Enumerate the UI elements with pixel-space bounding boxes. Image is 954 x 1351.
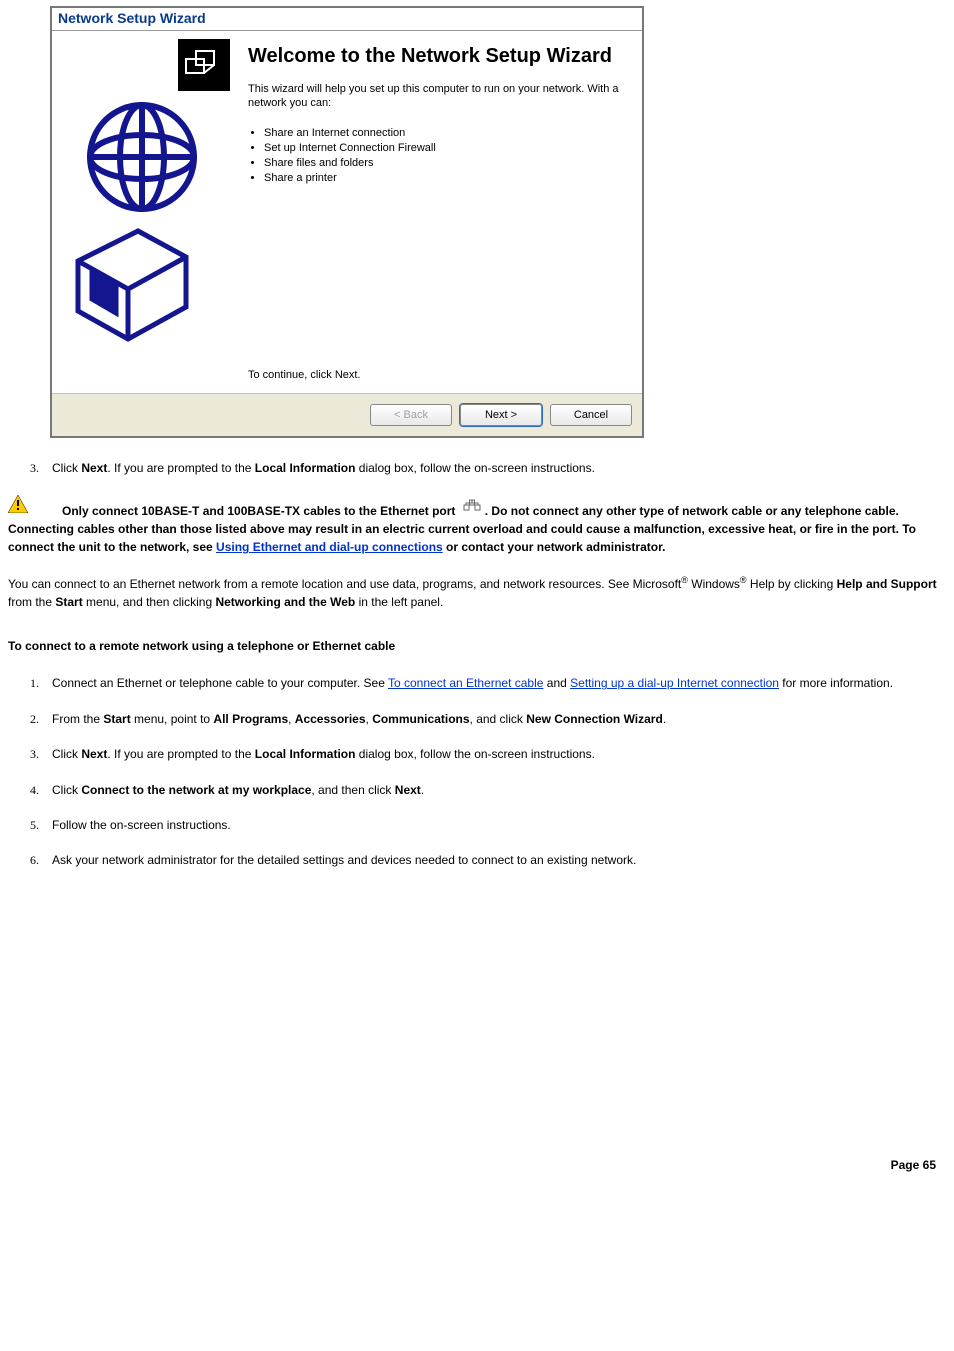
cancel-button[interactable]: Cancel [550, 404, 632, 426]
wizard-bullet: Share files and folders [264, 156, 626, 170]
step-text: Click Connect to the network at my workp… [52, 782, 948, 799]
wizard-bullets: Share an Internet connection Set up Inte… [248, 125, 626, 187]
connect-ethernet-link[interactable]: To connect an Ethernet cable [388, 676, 543, 690]
wizard-button-row: < Back Next > Cancel [52, 393, 642, 436]
wizard-dialog: Network Setup Wizard Welcome to the Netw… [50, 6, 644, 438]
wizard-titlebar: Network Setup Wizard [52, 8, 642, 31]
step-text: Follow the on-screen instructions. [52, 817, 948, 834]
step-number: 2. [30, 711, 52, 728]
warning-icon [8, 495, 28, 518]
printer-icon [58, 221, 198, 351]
step-number: 1. [30, 675, 52, 692]
step-3: 3. Click Next. If you are prompted to th… [30, 460, 948, 477]
list-item: 3. Click Next. If you are prompted to th… [30, 746, 948, 763]
step-text: From the Start menu, point to All Progra… [52, 711, 948, 728]
wizard-bullet: Share a printer [264, 171, 626, 185]
wizard-bullet: Set up Internet Connection Firewall [264, 141, 626, 155]
ethernet-port-icon [461, 499, 483, 518]
step-number: 3. [30, 746, 52, 763]
step-number: 6. [30, 852, 52, 869]
list-item: 4. Click Connect to the network at my wo… [30, 782, 948, 799]
network-computers-icon [178, 39, 230, 91]
wizard-continue: To continue, click Next. [248, 369, 626, 385]
procedure-heading: To connect to a remote network using a t… [8, 639, 946, 653]
list-item: 1. Connect an Ethernet or telephone cabl… [30, 675, 948, 692]
step-number: 4. [30, 782, 52, 799]
step-text: Ask your network administrator for the d… [52, 852, 948, 869]
ethernet-dialup-link[interactable]: Using Ethernet and dial-up connections [216, 540, 443, 554]
wizard-intro: This wizard will help you set up this co… [248, 82, 626, 111]
list-item: 5. Follow the on-screen instructions. [30, 817, 948, 834]
dialup-setup-link[interactable]: Setting up a dial-up Internet connection [570, 676, 779, 690]
step-number: 5. [30, 817, 52, 834]
step-number: 3. [30, 460, 52, 477]
page-number: Page 65 [6, 1150, 948, 1180]
step-text: Connect an Ethernet or telephone cable t… [52, 675, 948, 692]
wizard-bullet: Share an Internet connection [264, 126, 626, 140]
help-paragraph: You can connect to an Ethernet network f… [8, 574, 946, 611]
wizard-sidebar-art [52, 31, 238, 393]
globe-icon [80, 97, 210, 217]
list-item: 2. From the Start menu, point to All Pro… [30, 711, 948, 728]
step-text: Click Next. If you are prompted to the L… [52, 746, 948, 763]
step-text: Click Next. If you are prompted to the L… [52, 460, 948, 477]
list-item: 6. Ask your network administrator for th… [30, 852, 948, 869]
caution-block: Only connect 10BASE-T and 100BASE-TX cab… [8, 495, 946, 556]
next-button[interactable]: Next > [460, 404, 542, 426]
wizard-heading: Welcome to the Network Setup Wizard [248, 45, 626, 68]
back-button[interactable]: < Back [370, 404, 452, 426]
